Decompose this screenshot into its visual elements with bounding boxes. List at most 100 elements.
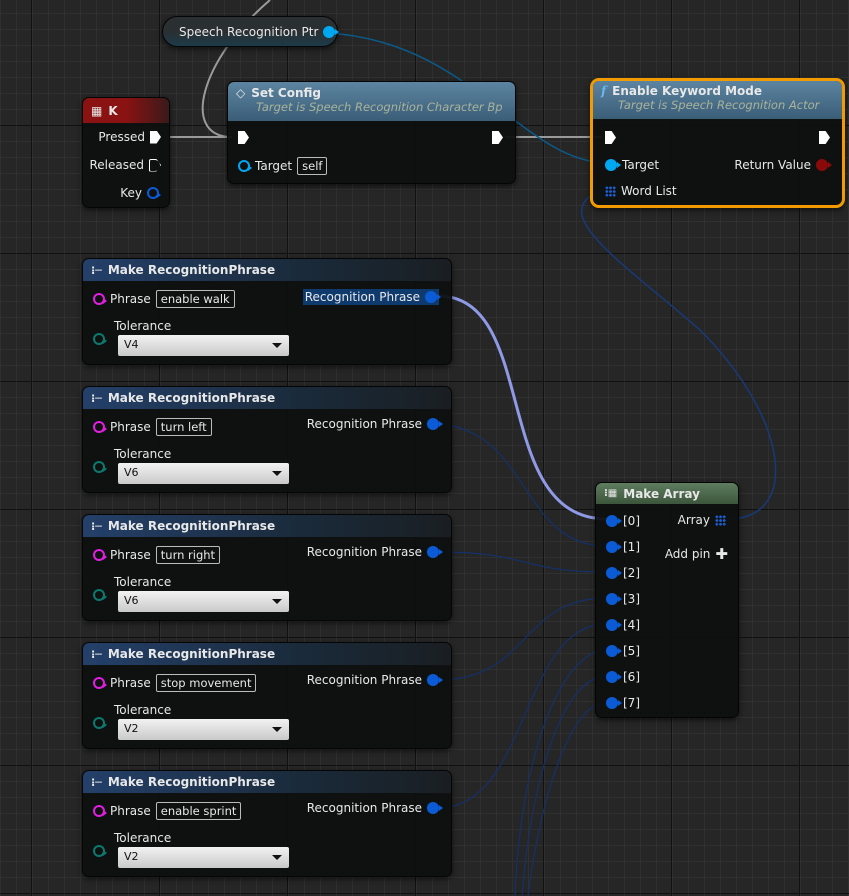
recognition-phrase-output-pin[interactable] [425,291,441,303]
struct-make-icon: ⁝─ [91,519,102,533]
make-array-node[interactable]: ⁝▦ Make Array [0] [1] [2] [3] [4] [5] [6] [7] A… [595,482,739,718]
key-event-title: K [108,103,118,118]
struct-make-icon: ⁝─ [91,775,102,789]
tolerance-input-pin[interactable] [93,333,107,345]
ptr-label: Speech Recognition Ptr [179,25,319,39]
target-label: Target [622,158,660,172]
array-input-pin[interactable] [606,697,622,709]
key-output-pin[interactable] [147,187,161,199]
key-label: Key [120,186,142,200]
set-config-exec-in[interactable] [238,131,249,144]
phrase-node-title: Make RecognitionPhrase [107,647,276,661]
add-pin-label[interactable]: Add pin [665,547,711,561]
target-self-field[interactable]: self [297,157,328,175]
word-list-label: Word List [621,184,677,198]
array-input-pin[interactable] [606,645,622,657]
phrase-wire-4[interactable] [437,623,608,809]
recognition-phrase-output-label: Recognition Phrase [306,545,422,559]
enable-exec-out[interactable] [819,131,830,144]
pressed-exec-pin[interactable] [150,130,161,144]
recognition-phrase-output-pin[interactable] [427,546,443,558]
tolerance-dropdown[interactable]: V2 [118,719,289,740]
recognition-phrase-output-pin[interactable] [427,418,443,430]
tolerance-input-pin[interactable] [93,461,107,473]
recognition-phrase-output-pin[interactable] [427,802,443,814]
phrase-wire-0[interactable] [437,294,608,521]
phrase-label: Phrase [110,804,151,818]
enable-exec-in[interactable] [605,131,616,144]
return-value-pin[interactable] [816,159,832,171]
array-input-pin[interactable] [606,671,622,683]
phrase-text-field[interactable]: enable sprint [155,802,242,820]
array-input-label: [3] [623,592,640,606]
set-config-subtitle: Target is Speech Recognition Character B… [256,100,503,114]
set-config-target-pin[interactable] [238,160,252,172]
phrase-node-title: Make RecognitionPhrase [107,391,276,405]
function-f-icon: f [601,84,607,98]
ptr-output-pin[interactable] [323,26,340,38]
phrase-text-field[interactable]: enable walk [155,290,235,308]
plus-icon[interactable]: ✚ [715,545,728,563]
tolerance-input-pin[interactable] [93,589,107,601]
make-recognition-phrase-node[interactable]: ⁝─ Make RecognitionPhrase Phrase turn rig… [82,514,452,621]
enable-keyword-mode-node[interactable]: f Enable Keyword Mode Target is Speech Re… [590,78,845,208]
struct-make-icon: ⁝─ [91,647,102,661]
array-input-label: [2] [623,566,640,580]
enable-keyword-subtitle: Target is Speech Recognition Actor [618,98,820,112]
key-event-node[interactable]: ▦ K Pressed Released Key [82,97,170,208]
phrase-wire-3[interactable] [437,597,608,681]
set-config-title: Set Config [251,86,322,100]
phrase-input-pin[interactable] [93,805,107,817]
phrase-wire-7[interactable] [527,701,608,896]
recognition-phrase-output-label: Recognition Phrase [304,290,420,304]
tolerance-dropdown[interactable]: V6 [118,463,289,484]
phrase-wire-5[interactable] [514,649,608,896]
set-config-node[interactable]: ◇ Set Config Target is Speech Recognition… [227,81,516,184]
phrase-input-pin[interactable] [93,293,107,305]
phrase-wire-2[interactable] [437,551,608,573]
make-recognition-phrase-node[interactable]: ⁝─ Make RecognitionPhrase Phrase turn lef… [82,386,452,493]
array-input-label: [5] [623,644,640,658]
array-input-pin[interactable] [606,567,622,579]
phrase-label: Phrase [110,420,151,434]
phrase-text-field[interactable]: turn right [155,546,221,564]
tolerance-label: Tolerance [114,831,172,845]
pressed-label: Pressed [98,130,145,144]
tolerance-label: Tolerance [114,447,172,461]
array-input-pin[interactable] [606,515,622,527]
return-value-label: Return Value [734,158,811,172]
released-label: Released [89,158,144,172]
tolerance-dropdown[interactable]: V6 [118,591,289,612]
array-input-pin[interactable] [606,619,622,631]
phrase-input-pin[interactable] [93,421,107,433]
tolerance-input-pin[interactable] [93,717,107,729]
array-input-pin[interactable] [606,593,622,605]
phrase-wire-1[interactable] [437,423,608,547]
phrase-input-pin[interactable] [93,677,107,689]
array-output-pin[interactable] [715,514,726,526]
phrase-text-field[interactable]: turn left [155,418,212,436]
phrase-text-field[interactable]: stop movement [155,674,257,692]
phrase-node-title: Make RecognitionPhrase [107,263,276,277]
phrase-input-pin[interactable] [93,549,107,561]
struct-make-icon: ⁝─ [91,391,102,405]
array-input-label: [7] [623,696,640,710]
recognition-phrase-output-label: Recognition Phrase [306,801,422,815]
tolerance-dropdown[interactable]: V4 [118,335,289,356]
array-wire-wordlist[interactable] [581,188,777,520]
set-config-exec-out[interactable] [492,131,503,144]
make-recognition-phrase-node[interactable]: ⁝─ Make RecognitionPhrase Phrase stop mov… [82,642,452,749]
tolerance-dropdown[interactable]: V2 [118,847,289,868]
word-list-array-pin[interactable] [605,185,616,197]
make-recognition-phrase-node[interactable]: ⁝─ Make RecognitionPhrase Phrase enable s… [82,770,452,877]
speech-recognition-ptr-node[interactable]: Speech Recognition Ptr [162,16,340,47]
tolerance-input-pin[interactable] [93,845,107,857]
array-input-label: [4] [623,618,640,632]
array-input-pin[interactable] [606,541,622,553]
make-recognition-phrase-node[interactable]: ⁝─ Make RecognitionPhrase Phrase enable w… [82,258,452,365]
enable-keyword-title: Enable Keyword Mode [612,84,763,98]
enable-target-pin[interactable] [605,159,621,171]
released-exec-pin[interactable] [149,158,161,172]
recognition-phrase-output-pin[interactable] [427,674,443,686]
array-input-label: [0] [623,514,640,528]
